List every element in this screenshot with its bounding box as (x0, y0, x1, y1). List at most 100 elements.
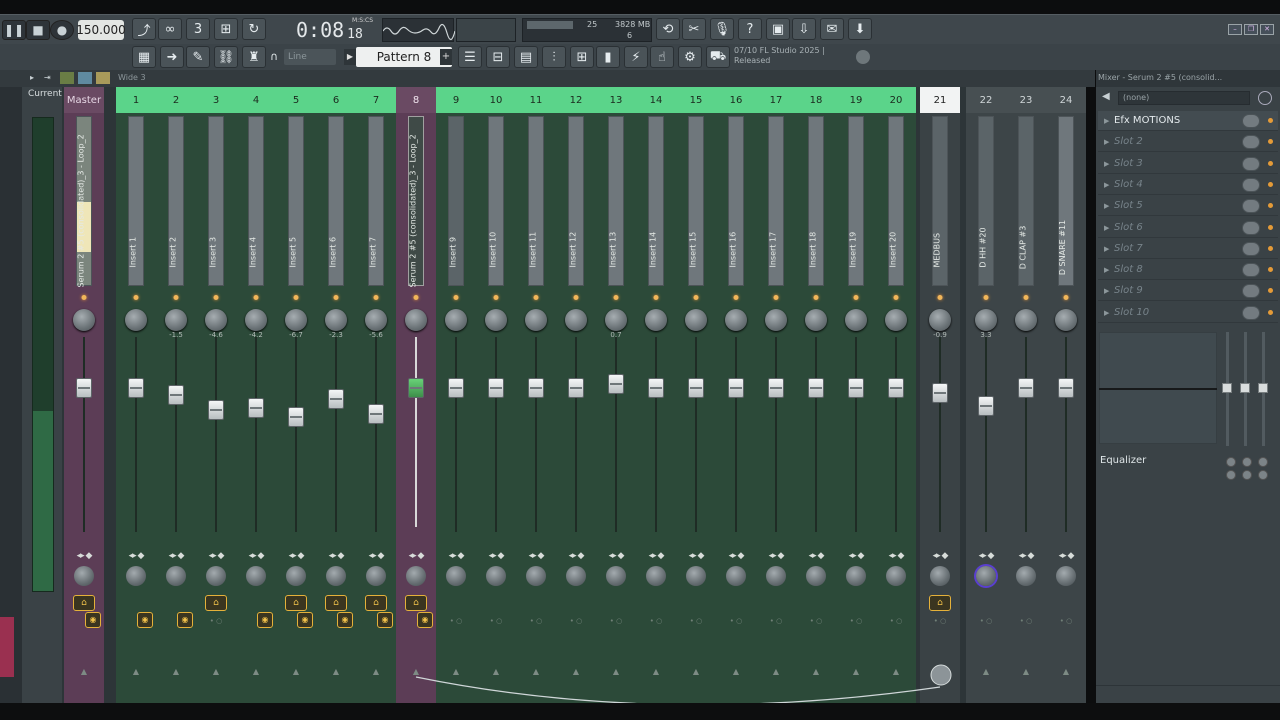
slot-enable-led[interactable] (1268, 288, 1273, 294)
mixer-layout-label[interactable]: Wide 3 (118, 73, 146, 82)
input-routing-switch[interactable]: ⌂ (285, 595, 307, 611)
volume-fader[interactable] (368, 404, 384, 424)
stereo-separation-knob[interactable] (646, 566, 666, 586)
stereo-arrows-icon[interactable]: ◂▸ ◆ (116, 551, 156, 561)
channel-number[interactable]: 19 (836, 87, 876, 113)
countdown-icon[interactable]: 3 (186, 18, 210, 40)
master-volume-meter[interactable] (456, 18, 516, 42)
pianoroll-view-icon[interactable]: ⊟ (486, 46, 510, 68)
stereo-arrows-icon[interactable]: ◂▸ ◆ (876, 551, 916, 561)
route-dots-icon[interactable]: • ○ (676, 617, 716, 625)
channel-number[interactable]: 6 (316, 87, 356, 113)
add-pattern-icon[interactable]: + (440, 49, 452, 65)
route-arrow-icon[interactable]: ▲ (1006, 667, 1046, 676)
volume-fader[interactable] (568, 378, 584, 398)
channel-name[interactable]: Insert 6 (316, 207, 356, 287)
stereo-arrows-icon[interactable]: ◂▸ ◆ (64, 551, 104, 561)
mixer-channel-11[interactable]: 11 Insert 11 ◂▸ ◆ • ○ ▲ (516, 87, 556, 703)
mixer-channel-15[interactable]: 15 Insert 15 ◂▸ ◆ • ○ ▲ (676, 87, 716, 703)
channel-active-led[interactable] (853, 295, 859, 300)
send-switch[interactable]: ◉ (377, 612, 393, 628)
channel-number[interactable]: 12 (556, 87, 596, 113)
pause-icon[interactable]: ❚❚ (2, 20, 26, 40)
channel-number[interactable]: 16 (716, 87, 756, 113)
stereo-separation-knob[interactable] (526, 566, 546, 586)
expand-icon[interactable]: ▶ (1104, 196, 1109, 216)
stereo-arrows-icon[interactable]: ◂▸ ◆ (596, 551, 636, 561)
expand-icon[interactable]: ▶ (1104, 154, 1109, 174)
channel-name[interactable]: Insert 12 (556, 207, 596, 287)
fx-slot-1[interactable]: ▶ Efx MOTIONS (1098, 111, 1278, 131)
view3-icon[interactable] (96, 72, 110, 84)
volume-fader[interactable] (1018, 378, 1034, 398)
eq-knob-3[interactable] (1258, 457, 1268, 467)
pan-knob[interactable] (325, 309, 347, 331)
mixer-channel-9[interactable]: 9 Insert 9 ◂▸ ◆ • ○ ▲ (436, 87, 476, 703)
pan-knob[interactable] (285, 309, 307, 331)
stereo-arrows-icon[interactable]: ◂▸ ◆ (476, 551, 516, 561)
stereo-arrows-icon[interactable]: ◂▸ ◆ (836, 551, 876, 561)
channel-active-led[interactable] (81, 295, 87, 300)
stereo-arrows-icon[interactable]: ◂▸ ◆ (196, 551, 236, 561)
mixer-channel-19[interactable]: 19 Insert 19 ◂▸ ◆ • ○ ▲ (836, 87, 876, 703)
stop-button[interactable]: ■ (26, 20, 50, 40)
route-arrow-icon[interactable]: ▲ (196, 667, 236, 676)
channel-name[interactable]: Insert 16 (716, 207, 756, 287)
view-icon[interactable] (60, 72, 74, 84)
record-button[interactable]: ● (50, 20, 74, 40)
route-arrow-icon[interactable]: ▲ (476, 667, 516, 676)
stereo-separation-knob[interactable] (976, 566, 996, 586)
route-arrow-icon[interactable]: ▲ (636, 667, 676, 676)
volume-fader[interactable] (688, 378, 704, 398)
fx-slot-9[interactable]: ▶ Slot 9 (1098, 281, 1278, 302)
expand-icon[interactable]: ▶ (1104, 111, 1109, 131)
volume-fader[interactable] (728, 378, 744, 398)
pan-knob[interactable] (1055, 309, 1077, 331)
pan-knob[interactable] (1015, 309, 1037, 331)
pan-knob[interactable] (685, 309, 707, 331)
undo-icon[interactable]: ⟲ (656, 18, 680, 40)
mixer-menu-icon[interactable]: ⇥ (44, 73, 51, 82)
route-arrow-icon[interactable]: ▲ (236, 667, 276, 676)
route-dots-icon[interactable]: • ○ (966, 617, 1006, 625)
route-arrow-icon[interactable]: ▲ (756, 667, 796, 676)
stereo-arrows-icon[interactable]: ◂▸ ◆ (436, 551, 476, 561)
mix-level-knob[interactable] (1242, 305, 1260, 320)
stereo-separation-knob[interactable] (886, 566, 906, 586)
channel-number[interactable]: 5 (276, 87, 316, 113)
volume-fader[interactable] (932, 383, 948, 403)
expand-icon[interactable]: ▶ (1104, 260, 1109, 280)
channel-name[interactable]: Serum 2 #5 (consolidated)_3 - Loop_2 (396, 134, 436, 287)
fx-slot-7[interactable]: ▶ Slot 7 (1098, 239, 1278, 259)
route-arrow-icon[interactable]: ▲ (276, 667, 316, 676)
stereo-arrows-icon[interactable]: ◂▸ ◆ (676, 551, 716, 561)
channel-active-led[interactable] (1063, 295, 1069, 300)
slot-enable-led[interactable] (1268, 245, 1273, 251)
channel-name[interactable]: Insert 13 (596, 207, 636, 287)
pan-knob[interactable] (845, 309, 867, 331)
pan-knob[interactable] (525, 309, 547, 331)
volume-fader[interactable] (608, 374, 624, 394)
channel-name[interactable]: Insert 1 (116, 207, 156, 287)
channel-number[interactable]: 9 (436, 87, 476, 113)
stereo-separation-knob[interactable] (686, 566, 706, 586)
channel-name[interactable]: Insert 4 (236, 207, 276, 287)
channel-number[interactable]: 18 (796, 87, 836, 113)
channel-name[interactable]: Insert 7 (356, 207, 396, 287)
pan-knob[interactable] (485, 309, 507, 331)
pan-knob[interactable] (805, 309, 827, 331)
stereo-separation-knob[interactable] (486, 566, 506, 586)
stereo-separation-knob[interactable] (446, 566, 466, 586)
volume-fader[interactable] (768, 378, 784, 398)
speaker-icon[interactable]: ◀ (1102, 91, 1110, 102)
route-dots-icon[interactable]: • ○ (1006, 617, 1046, 625)
route-arrow-icon[interactable]: ▲ (1046, 667, 1086, 676)
pan-knob[interactable] (73, 309, 95, 331)
stereo-arrows-icon[interactable]: ◂▸ ◆ (276, 551, 316, 561)
mixer-channel-6[interactable]: 6 Insert 6 -2.3 ◂▸ ◆ ⌂ ◉ ▲ (316, 87, 356, 703)
stereo-separation-knob[interactable] (566, 566, 586, 586)
input-routing-switch[interactable]: ⌂ (325, 595, 347, 611)
channel-name[interactable]: D CLAP #3 (1006, 207, 1046, 287)
send-switch[interactable]: ◉ (137, 612, 153, 628)
channel-number[interactable]: 21 (920, 87, 960, 113)
